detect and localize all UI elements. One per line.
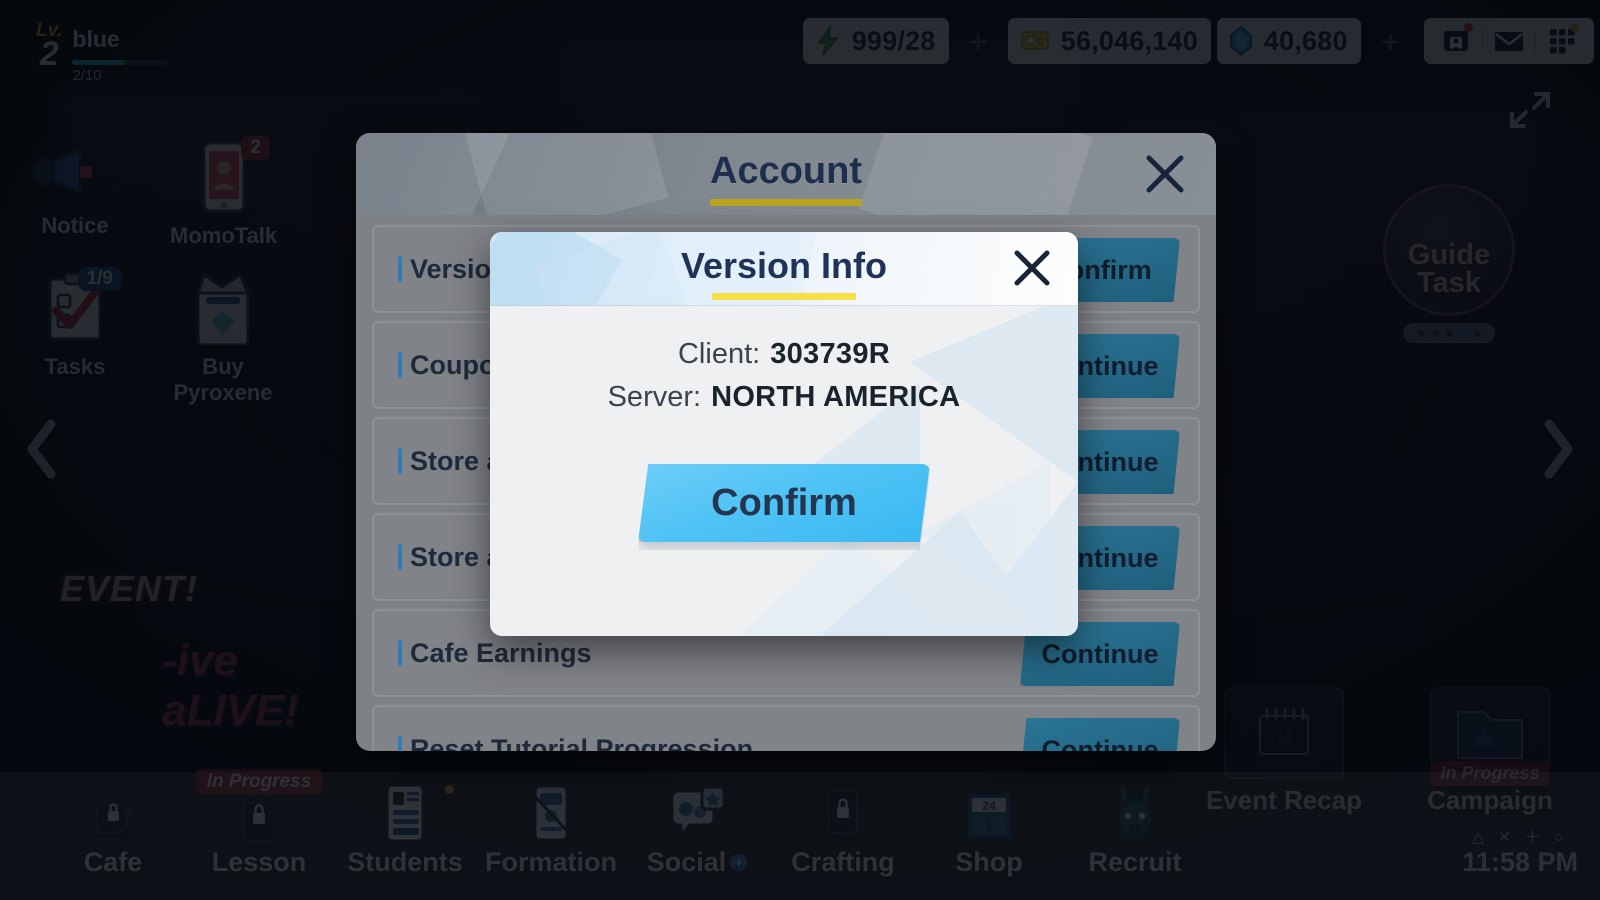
row-accent-bar: [398, 736, 402, 751]
version-info-field: Client: 303739R: [490, 338, 1078, 371]
row-accent-bar: [398, 640, 402, 666]
account-dialog-header: Account: [356, 133, 1216, 215]
account-row-label: Cafe Earnings: [374, 638, 592, 669]
version-info-fields: Client: 303739R Server: NORTH AMERICA: [490, 338, 1078, 424]
close-icon: [1014, 250, 1050, 286]
row-accent-bar: [398, 256, 402, 282]
account-close-button[interactable]: [1142, 151, 1188, 197]
version-info-modal: Version Info Client: 303739R Server: NOR…: [490, 232, 1078, 636]
account-title-underline: [710, 199, 862, 206]
row-accent-bar: [398, 352, 402, 378]
field-value: 303739R: [770, 338, 891, 370]
row-accent-bar: [398, 448, 402, 474]
version-info-header: Version Info: [490, 232, 1078, 306]
confirm-button[interactable]: Confirm: [638, 464, 930, 542]
field-key: Server:: [607, 381, 702, 413]
version-info-title-underline: [712, 293, 856, 300]
close-icon: [1146, 155, 1184, 193]
account-dialog-title: Account: [710, 150, 862, 192]
row-label-text: Cafe Earnings: [410, 637, 592, 668]
account-row-label: Reset Tutorial Progression: [374, 733, 754, 752]
row-label-text: Reset Tutorial Progression: [410, 733, 754, 752]
field-value: NORTH AMERICA: [711, 381, 961, 413]
version-info-body: Client: 303739R Server: NORTH AMERICA Co…: [490, 306, 1078, 636]
field-key: Client:: [677, 338, 761, 370]
version-info-title: Version Info: [680, 245, 888, 286]
account-row[interactable]: Reset Tutorial Progression Continue: [372, 705, 1200, 751]
app-root: Lv. 2 blue 2/10 999/28 + C: [0, 0, 1600, 900]
version-info-field: Server: NORTH AMERICA: [490, 381, 1078, 414]
account-row-button[interactable]: Continue: [1020, 718, 1180, 751]
version-info-close-button[interactable]: [1010, 246, 1054, 290]
row-accent-bar: [398, 544, 402, 570]
